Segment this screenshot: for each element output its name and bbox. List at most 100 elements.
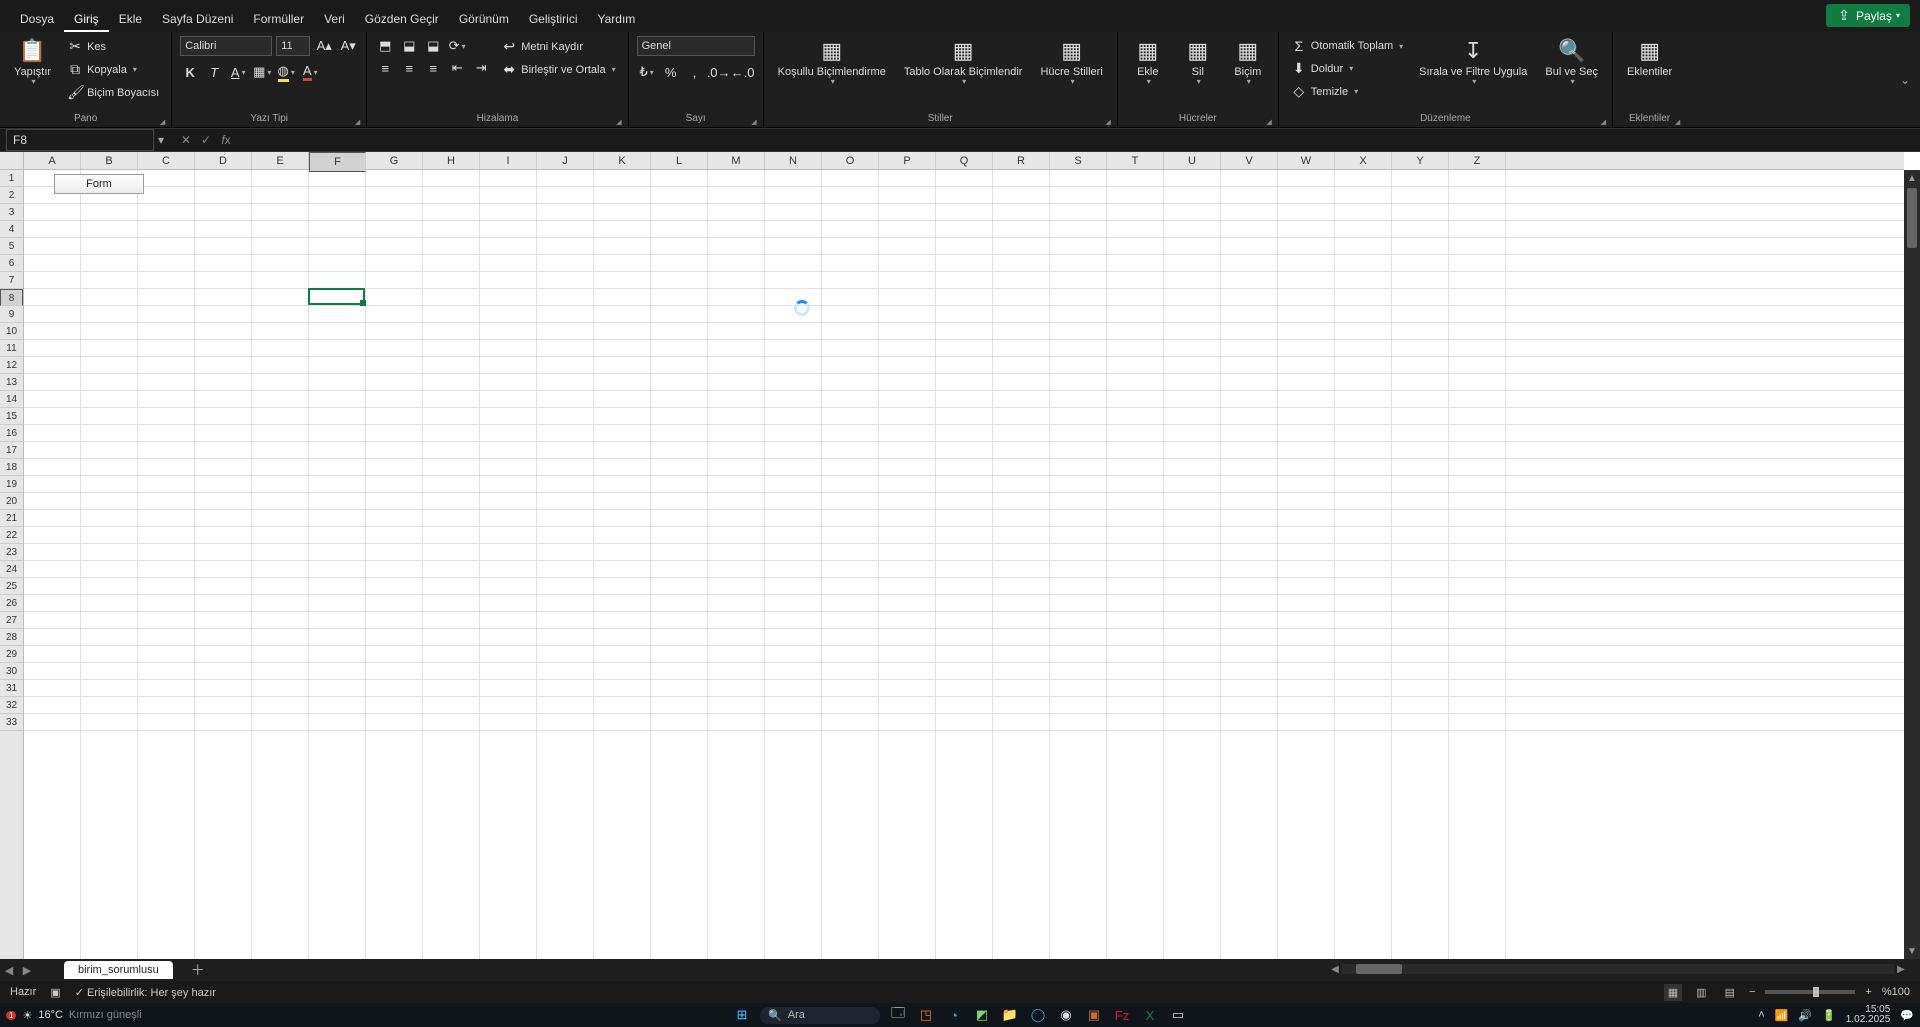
tab-data[interactable]: Veri [314, 6, 355, 32]
column-header-F[interactable]: F [309, 152, 366, 172]
bold-button[interactable]: K [180, 62, 200, 82]
tab-formulas[interactable]: Formüller [243, 6, 314, 32]
zoom-level[interactable]: %100 [1882, 986, 1910, 998]
column-header-I[interactable]: I [480, 152, 537, 169]
copy-button[interactable]: ⧉ Kopyala [63, 59, 163, 80]
taskbar-weather[interactable]: 1 ☀ 16°C Kırmızı güneşli [6, 1009, 142, 1022]
zoom-slider[interactable] [1765, 990, 1855, 994]
tab-insert[interactable]: Ekle [109, 6, 152, 32]
row-header-23[interactable]: 23 [0, 544, 23, 561]
accept-formula-button[interactable]: ✓ [196, 133, 216, 147]
spreadsheet-grid[interactable]: ABCDEFGHIJKLMNOPQRSTUVWXYZ 1234567891011… [0, 152, 1920, 959]
align-left-button[interactable]: ≡ [375, 58, 395, 78]
row-header-21[interactable]: 21 [0, 510, 23, 527]
row-header-8[interactable]: 8 [0, 289, 23, 306]
align-bottom-button[interactable]: ⬓ [423, 36, 443, 56]
row-header-25[interactable]: 25 [0, 578, 23, 595]
view-page-break-button[interactable]: ▤ [1721, 984, 1739, 1001]
start-button[interactable]: ⊞ [732, 1005, 752, 1025]
column-header-N[interactable]: N [765, 152, 822, 169]
find-select-button[interactable]: 🔍 Bul ve Seç [1539, 36, 1604, 89]
merge-center-button[interactable]: ⬌ Birleştir ve Ortala [497, 59, 619, 80]
taskbar-clock[interactable]: 15:05 1.02.2025 [1846, 1005, 1891, 1026]
tray-chevron[interactable]: ˄ [1758, 1009, 1764, 1021]
column-header-Z[interactable]: Z [1449, 152, 1506, 169]
column-header-V[interactable]: V [1221, 152, 1278, 169]
taskbar-app-5[interactable]: ▣ [1084, 1005, 1104, 1025]
font-size-select[interactable] [276, 36, 310, 56]
sheet-tab-active[interactable]: birim_sorumlusu [64, 961, 173, 979]
scroll-up-button[interactable]: ▲ [1904, 170, 1920, 186]
currency-button[interactable]: ₺ [637, 62, 657, 82]
collapse-ribbon-button[interactable]: ⌄ [1900, 73, 1910, 87]
taskbar-excel[interactable]: X [1140, 1005, 1160, 1025]
row-header-11[interactable]: 11 [0, 340, 23, 357]
tray-battery-icon[interactable]: 🔋 [1822, 1009, 1836, 1022]
clear-button[interactable]: ◇ Temizle [1287, 81, 1407, 102]
tray-volume-icon[interactable]: 🔊 [1798, 1009, 1812, 1022]
decrease-font-button[interactable]: A▾ [338, 36, 358, 56]
cancel-formula-button[interactable]: ✕ [176, 133, 196, 147]
share-button[interactable]: ⇪ Paylaş ▾ [1826, 4, 1910, 27]
row-header-19[interactable]: 19 [0, 476, 23, 493]
row-header-33[interactable]: 33 [0, 714, 23, 731]
column-header-J[interactable]: J [537, 152, 594, 169]
fx-button[interactable]: fx [216, 133, 236, 147]
view-normal-button[interactable]: ▦ [1664, 984, 1682, 1001]
scroll-down-button[interactable]: ▼ [1904, 943, 1920, 959]
tray-wifi-icon[interactable]: 📶 [1775, 1009, 1789, 1022]
vertical-scrollbar[interactable]: ▲ ▼ [1904, 170, 1920, 959]
column-header-T[interactable]: T [1107, 152, 1164, 169]
indent-decrease-button[interactable]: ⇤ [447, 58, 467, 78]
column-header-G[interactable]: G [366, 152, 423, 169]
tab-layout[interactable]: Sayfa Düzeni [152, 6, 243, 32]
column-header-A[interactable]: A [24, 152, 81, 169]
column-header-M[interactable]: M [708, 152, 765, 169]
row-header-14[interactable]: 14 [0, 391, 23, 408]
borders-button[interactable]: ▦ [252, 62, 272, 82]
underline-button[interactable]: A [228, 62, 248, 82]
row-header-5[interactable]: 5 [0, 238, 23, 255]
comma-button[interactable]: , [685, 62, 705, 82]
row-header-7[interactable]: 7 [0, 272, 23, 289]
tab-review[interactable]: Gözden Geçir [355, 6, 449, 32]
taskbar-edge[interactable]: ◯ [1028, 1005, 1048, 1025]
hscroll-thumb[interactable] [1356, 964, 1402, 974]
column-header-L[interactable]: L [651, 152, 708, 169]
orientation-button[interactable]: ⟳ [447, 36, 467, 56]
conditional-format-button[interactable]: ▦ Koşullu Biçimlendirme [772, 36, 892, 89]
taskbar-app-6[interactable]: ▭ [1168, 1005, 1188, 1025]
hscroll-right[interactable]: ▶ [1894, 964, 1908, 975]
name-box-dropdown[interactable]: ▾ [154, 133, 168, 147]
decrease-decimal-button[interactable]: ←.0 [733, 62, 753, 82]
autosum-button[interactable]: Σ Otomatik Toplam [1287, 36, 1407, 56]
column-header-R[interactable]: R [993, 152, 1050, 169]
format-cells-button[interactable]: ▦ Biçim [1226, 36, 1270, 89]
formula-input[interactable] [236, 129, 1920, 151]
macro-record-icon[interactable]: ▣ [50, 986, 60, 999]
accessibility-status[interactable]: ✓ Erişilebilirlik: Her şey hazır [75, 986, 216, 999]
align-right-button[interactable]: ≡ [423, 58, 443, 78]
column-header-D[interactable]: D [195, 152, 252, 169]
column-header-P[interactable]: P [879, 152, 936, 169]
row-header-31[interactable]: 31 [0, 680, 23, 697]
italic-button[interactable]: T [204, 62, 224, 82]
row-header-26[interactable]: 26 [0, 595, 23, 612]
add-sheet-button[interactable]: ＋ [191, 960, 205, 980]
column-header-U[interactable]: U [1164, 152, 1221, 169]
zoom-in-button[interactable]: + [1865, 986, 1871, 998]
row-header-2[interactable]: 2 [0, 187, 23, 204]
fill-color-button[interactable]: ◍ [276, 62, 296, 82]
column-header-K[interactable]: K [594, 152, 651, 169]
paste-button[interactable]: 📋 Yapıştır [8, 36, 57, 89]
taskbar-app-1[interactable]: 🗔 [888, 1005, 908, 1025]
row-header-4[interactable]: 4 [0, 221, 23, 238]
format-table-button[interactable]: ▦ Tablo Olarak Biçimlendir [898, 36, 1029, 89]
column-headers[interactable]: ABCDEFGHIJKLMNOPQRSTUVWXYZ [24, 152, 1904, 170]
delete-cells-button[interactable]: ▦ Sil [1176, 36, 1220, 89]
row-header-16[interactable]: 16 [0, 425, 23, 442]
format-painter-button[interactable]: 🖌 Biçim Boyacısı [63, 82, 163, 103]
font-color-button[interactable]: A [300, 62, 320, 82]
row-header-32[interactable]: 32 [0, 697, 23, 714]
taskbar-filezilla[interactable]: Fz [1112, 1005, 1132, 1025]
